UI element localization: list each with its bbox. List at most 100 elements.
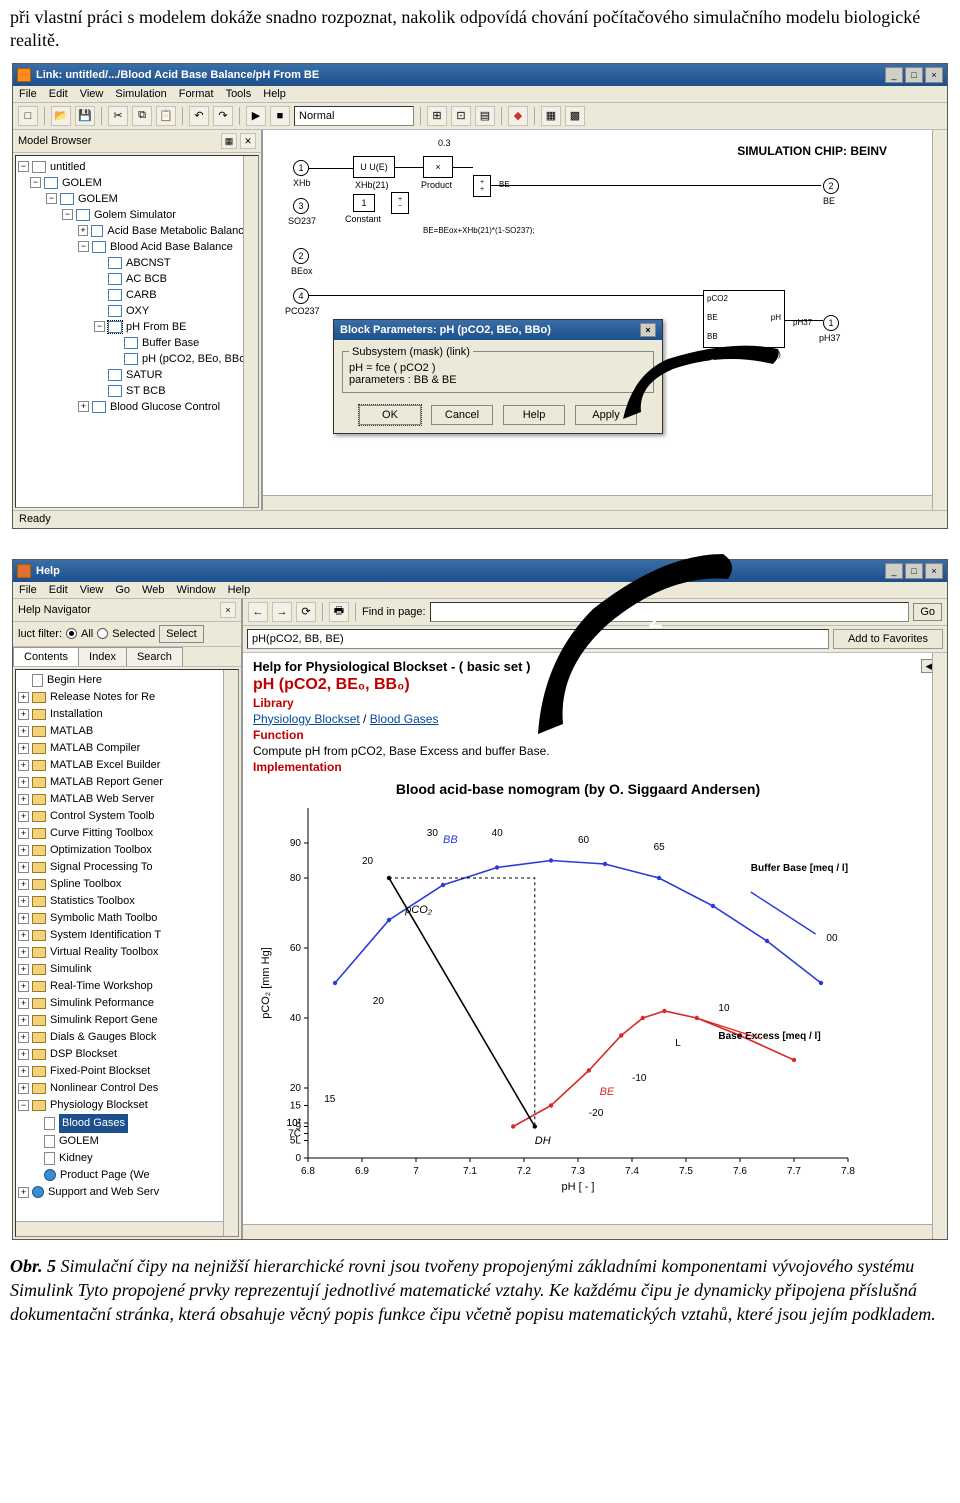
menu-help[interactable]: Help [263,88,286,100]
save-icon[interactable]: 💾 [75,106,95,126]
undo-icon[interactable]: ↶ [189,106,209,126]
browser-icon-1[interactable]: ▦ [221,133,237,149]
svg-text:-20: -20 [589,1108,604,1119]
equation-text: BE=BEox+XHb(21)*(1-SO237); [423,226,535,235]
lookup-block-1[interactable]: U U(E) [353,156,395,178]
tool-icon-3[interactable]: ▤ [475,106,495,126]
sum-block-1[interactable]: +− [391,192,409,214]
content-scrollbar[interactable] [932,653,947,1239]
minimize-button[interactable]: _ [885,67,903,83]
new-icon[interactable]: □ [18,106,38,126]
help-menu-window[interactable]: Window [176,584,215,596]
dialog-text-2: parameters : BB & BE [349,374,647,386]
svg-text:7.7: 7.7 [787,1166,801,1177]
help-tree[interactable]: Begin Here +Release Notes for Re +Instal… [15,669,239,1237]
svg-text:7.8: 7.8 [841,1166,855,1177]
play-icon[interactable]: ▶ [246,106,266,126]
content-heading: Help for Physiological Blockset - ( basi… [253,659,530,674]
open-icon[interactable]: 📂 [51,106,71,126]
help-button[interactable]: Help [503,405,565,425]
reload-icon[interactable]: ⟳ [296,602,316,622]
tree-scrollbar[interactable] [243,156,258,507]
forward-icon[interactable]: → [272,602,292,622]
redo-icon[interactable]: ↷ [213,106,233,126]
sim-mode-dropdown[interactable]: Normal [294,106,414,126]
menu-view[interactable]: View [80,88,104,100]
help-minimize-button[interactable]: _ [885,563,903,579]
product-block[interactable]: × [423,156,453,178]
go-button[interactable]: Go [913,603,942,621]
help-maximize-button[interactable]: □ [905,563,923,579]
help-menu-edit[interactable]: Edit [49,584,68,596]
filter-all-radio[interactable] [66,628,77,639]
help-menu-file[interactable]: File [19,584,37,596]
help-close-button[interactable]: × [925,563,943,579]
tab-contents[interactable]: Contents [13,647,79,666]
canvas-scrollbar-h[interactable] [263,495,932,510]
menu-format[interactable]: Format [179,88,214,100]
close-button[interactable]: × [925,67,943,83]
outport-1[interactable]: 1 [823,315,839,331]
menu-file[interactable]: File [19,88,37,100]
menu-edit[interactable]: Edit [49,88,68,100]
help-menu-web[interactable]: Web [142,584,164,596]
svg-text:6.9: 6.9 [355,1166,369,1177]
paste-icon[interactable]: 📋 [156,106,176,126]
inport-4[interactable]: 4 [293,288,309,304]
svg-text:Buffer Base [meq / l]: Buffer Base [meq / l] [751,863,848,874]
svg-text:00: 00 [826,933,838,944]
svg-text:Base Excess [meq / l]: Base Excess [meq / l] [718,1031,820,1042]
help-menu-go[interactable]: Go [115,584,130,596]
inport-2[interactable]: 2 [293,248,309,264]
copy-icon[interactable]: ⧉ [132,106,152,126]
sum-block-2[interactable]: ++ [473,175,491,197]
back-icon[interactable]: ← [248,602,268,622]
tool-icon-4[interactable]: ◆ [508,106,528,126]
inport-3[interactable]: 3 [293,198,309,214]
tool-icon-6[interactable]: ▩ [565,106,585,126]
content-hscroll[interactable] [243,1224,932,1239]
help-tree-scrollbar[interactable] [223,670,238,1236]
simulink-window: Link: untitled/.../Blood Acid Base Balan… [12,63,948,529]
canvas-scrollbar-v[interactable] [932,130,947,510]
maximize-button[interactable]: □ [905,67,923,83]
browser-icon-2[interactable]: ✕ [240,133,256,149]
ok-button[interactable]: OK [359,405,421,425]
navigator-close-icon[interactable]: × [220,602,236,618]
model-tree[interactable]: −untitled −GOLEM −GOLEM −Golem Simulator… [15,155,259,508]
svg-text:10: 10 [718,1003,730,1014]
help-navigator: Help Navigator × luct filter: All Select… [13,599,243,1239]
tab-search[interactable]: Search [126,647,183,666]
tool-icon-5[interactable]: ▦ [541,106,561,126]
constant-block[interactable]: 1 [353,194,375,212]
svg-text:7.3: 7.3 [571,1166,585,1177]
lib-link-2[interactable]: Blood Gases [370,712,439,726]
svg-text:40: 40 [492,828,504,839]
menu-simulation[interactable]: Simulation [115,88,166,100]
filter-selected-radio[interactable] [97,628,108,639]
help-menu-view[interactable]: View [80,584,104,596]
help-menu-help[interactable]: Help [228,584,251,596]
help-app-icon [17,564,31,578]
const-03: 0.3 [438,138,451,148]
cancel-button[interactable]: Cancel [431,405,493,425]
help-tree-hscroll[interactable] [16,1221,223,1236]
outport-2[interactable]: 2 [823,178,839,194]
tool-icon-2[interactable]: ⊡ [451,106,471,126]
lib-link-1[interactable]: Physiology Blockset [253,712,360,726]
filter-select-button[interactable]: Select [159,625,204,643]
menu-tools[interactable]: Tools [226,88,252,100]
tab-index[interactable]: Index [78,647,127,666]
svg-text:15: 15 [290,1100,302,1111]
add-favorites-button[interactable]: Add to Favorites [833,629,943,649]
svg-text:pCO₂: pCO₂ [404,904,433,916]
inport-1[interactable]: 1 [293,160,309,176]
tool-icon-1[interactable]: ⊞ [427,106,447,126]
print-icon[interactable]: 🖶 [329,602,349,622]
inport-3-label: SO237 [288,216,316,226]
simulink-title: Link: untitled/.../Blood Acid Base Balan… [36,69,885,81]
stop-icon[interactable]: ■ [270,106,290,126]
cut-icon[interactable]: ✂ [108,106,128,126]
svg-text:pCO₂ [mm Hg]: pCO₂ [mm Hg] [260,947,272,1019]
simulink-toolbar: □ 📂 💾 ✂ ⧉ 📋 ↶ ↷ ▶ ■ Normal ⊞ ⊡ ▤ ◆ ▦ ▩ [13,103,947,130]
